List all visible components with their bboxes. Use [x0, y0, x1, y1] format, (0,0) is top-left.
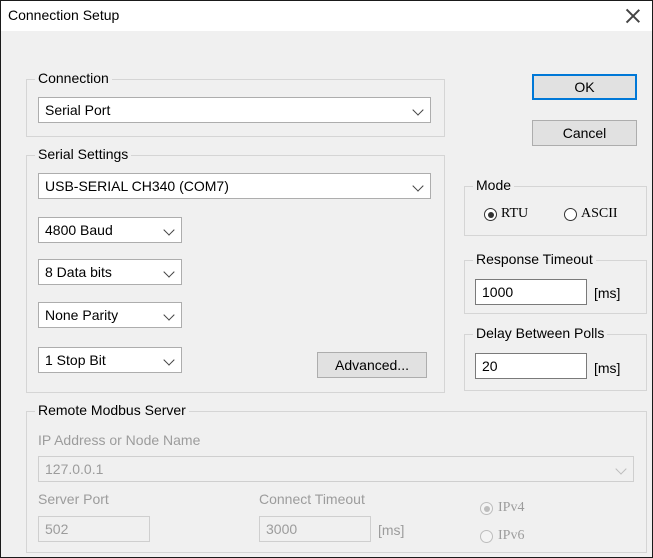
server-port-label: Server Port	[38, 491, 109, 507]
connection-group-label: Connection	[35, 70, 112, 86]
delay-polls-label: Delay Between Polls	[473, 325, 608, 341]
response-timeout-unit: [ms]	[594, 285, 621, 301]
advanced-button[interactable]: Advanced...	[317, 352, 427, 378]
baud-rate-select[interactable]: 4800 Baud	[38, 217, 182, 243]
ascii-radio[interactable]	[564, 208, 577, 221]
parity-select[interactable]: None Parity	[38, 302, 182, 328]
chevron-down-icon	[615, 463, 627, 475]
ipv6-label: IPv6	[498, 528, 525, 543]
chevron-down-icon	[163, 309, 175, 321]
chevron-down-icon	[412, 180, 424, 192]
title-bar: Connection Setup	[1, 1, 652, 31]
chevron-down-icon	[163, 354, 175, 366]
response-timeout-input[interactable]: 1000	[475, 279, 587, 305]
rtu-radio[interactable]	[484, 208, 497, 221]
ipv4-label: IPv4	[498, 500, 525, 515]
data-bits-select[interactable]: 8 Data bits	[38, 259, 182, 285]
ascii-label: ASCII	[581, 206, 618, 221]
cancel-button[interactable]: Cancel	[532, 120, 637, 146]
connection-type-select[interactable]: Serial Port	[38, 97, 431, 123]
window-title: Connection Setup	[8, 7, 120, 23]
chevron-down-icon	[163, 224, 175, 236]
ipv6-radio[interactable]	[480, 530, 493, 543]
connection-setup-dialog: Connection Setup Connection Serial Port …	[0, 0, 653, 558]
connect-timeout-input[interactable]: 3000	[259, 516, 371, 542]
remote-server-group-label: Remote Modbus Server	[35, 402, 189, 418]
close-icon[interactable]	[620, 3, 646, 29]
chevron-down-icon	[163, 266, 175, 278]
chevron-down-icon	[412, 104, 424, 116]
stop-bits-select[interactable]: 1 Stop Bit	[38, 347, 182, 373]
ip-address-label: IP Address or Node Name	[38, 432, 201, 448]
ipv4-radio[interactable]	[480, 502, 493, 515]
ip-address-select[interactable]: 127.0.0.1	[38, 456, 634, 482]
rtu-label: RTU	[501, 206, 529, 221]
serial-settings-group-label: Serial Settings	[35, 146, 132, 162]
server-port-input[interactable]: 502	[38, 516, 150, 542]
delay-polls-unit: [ms]	[594, 360, 621, 376]
connect-timeout-label: Connect Timeout	[259, 491, 365, 507]
mode-group-label: Mode	[473, 177, 515, 193]
connect-timeout-unit: [ms]	[378, 522, 405, 538]
ok-button[interactable]: OK	[532, 74, 637, 100]
serial-port-select[interactable]: USB-SERIAL CH340 (COM7)	[38, 173, 431, 199]
response-timeout-label: Response Timeout	[473, 251, 596, 267]
delay-polls-input[interactable]: 20	[475, 353, 587, 379]
